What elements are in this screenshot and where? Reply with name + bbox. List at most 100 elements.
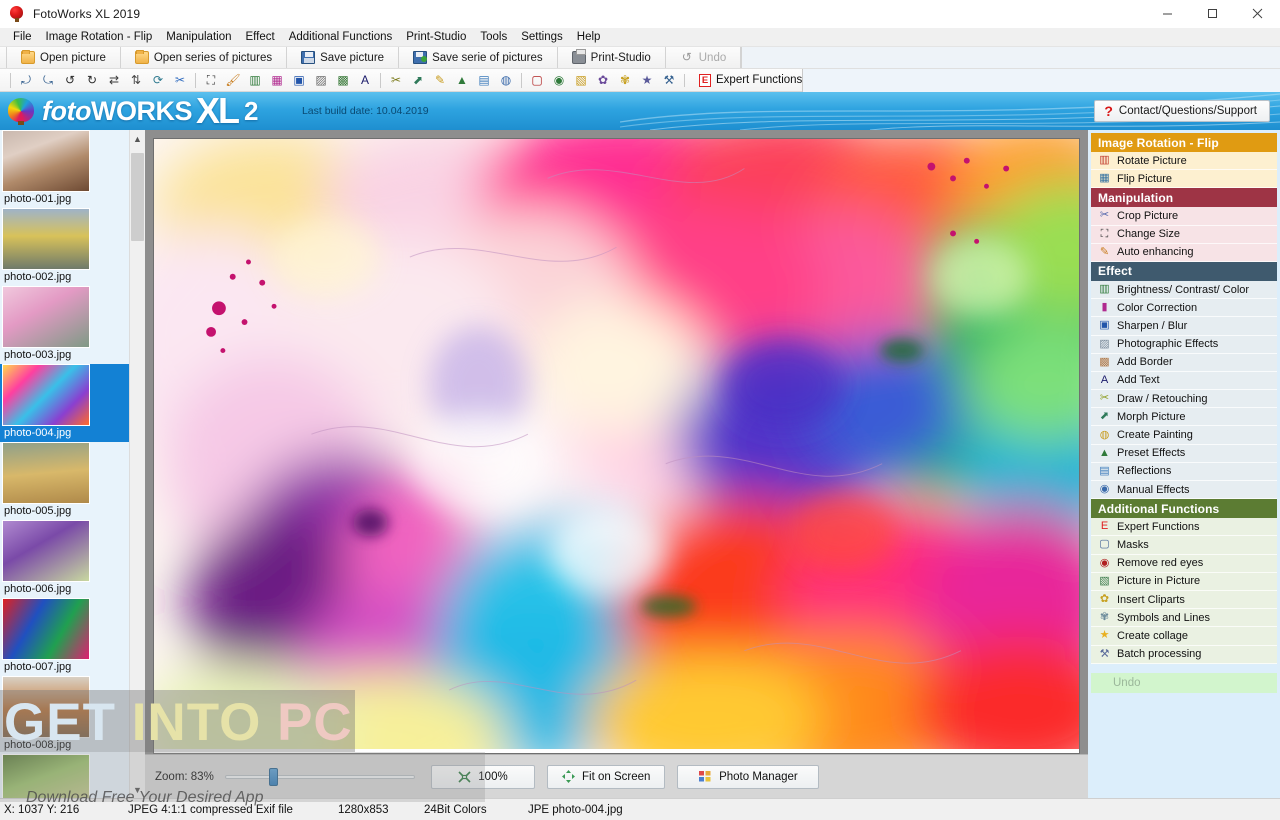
thumbnail-item[interactable]: photo-001.jpg — [0, 130, 129, 208]
thumbnail-list[interactable]: photo-001.jpg photo-002.jpg photo-003.jpg p… — [0, 130, 129, 798]
thumbnail-image[interactable] — [2, 364, 90, 426]
undo-button[interactable]: ↺ Undo — [666, 47, 742, 68]
create-collage-icon[interactable]: ★ — [637, 71, 657, 89]
scrollbar-thumb[interactable] — [130, 153, 144, 241]
sidebar-item-expert-functions[interactable]: E Expert Functions — [1091, 518, 1277, 537]
thumbnail-image[interactable] — [2, 754, 90, 798]
sidebar-item-crop-picture[interactable]: ✂ Crop Picture — [1091, 207, 1277, 226]
sidebar-item-reflections[interactable]: ▤ Reflections — [1091, 463, 1277, 481]
expert-functions-button[interactable]: E Expert Functions — [684, 73, 802, 87]
menu-print-studio[interactable]: Print-Studio — [399, 30, 473, 44]
sidebar-section-header[interactable]: Image Rotation - Flip — [1091, 133, 1277, 152]
sharpen-blur-icon[interactable]: ▣ — [289, 71, 309, 89]
sidebar-section-header[interactable]: Additional Functions — [1091, 499, 1277, 519]
reflections-icon[interactable]: ▤ — [474, 71, 494, 89]
change-size-icon[interactable]: ⛶ — [201, 71, 221, 89]
scroll-down-icon[interactable]: ▼ — [129, 781, 145, 798]
print-studio-button[interactable]: Print-Studio — [558, 47, 666, 68]
thumbnail-image[interactable] — [2, 130, 90, 192]
zoom-100-button[interactable]: 100% — [431, 764, 535, 789]
flip-horizontal-icon[interactable]: ⇄ — [104, 71, 124, 89]
menu-settings[interactable]: Settings — [514, 30, 570, 44]
sidebar-item-symbols-and-lines[interactable]: ✾ Symbols and Lines — [1091, 609, 1277, 628]
menu-image-rotation-flip[interactable]: Image Rotation - Flip — [39, 30, 160, 44]
sidebar-item-preset-effects[interactable]: ▲ Preset Effects — [1091, 445, 1277, 463]
sidebar-item-flip-picture[interactable]: ▦ Flip Picture — [1091, 170, 1277, 189]
thumbnail-item[interactable]: photo-006.jpg — [0, 520, 129, 598]
thumbnail-item[interactable]: photo-003.jpg — [0, 286, 129, 364]
fit-on-screen-button[interactable]: Fit on Screen — [547, 764, 666, 789]
photographic-effects-icon[interactable]: ▨ — [311, 71, 331, 89]
sidebar-item-brightness-contrast-color[interactable]: ▥ Brightness/ Contrast/ Color — [1091, 281, 1277, 300]
thumbnail-image[interactable] — [2, 286, 90, 348]
sidebar-item-insert-cliparts[interactable]: ✿ Insert Cliparts — [1091, 591, 1277, 610]
sidebar-item-create-painting[interactable]: ◍ Create Painting — [1091, 426, 1277, 445]
crop-icon[interactable]: ✂ — [170, 71, 190, 89]
zoom-slider-track[interactable] — [225, 774, 415, 779]
thumbnail-image[interactable] — [2, 520, 90, 582]
menu-tools[interactable]: Tools — [473, 30, 514, 44]
thumbnail-item[interactable]: photo-008.jpg — [0, 676, 129, 754]
thumbnail-item[interactable]: photo-007.jpg — [0, 598, 129, 676]
menu-effect[interactable]: Effect — [239, 30, 282, 44]
sidebar-section-header[interactable]: Effect — [1091, 261, 1277, 281]
batch-processing-icon[interactable]: ⚒ — [659, 71, 679, 89]
minimize-button[interactable] — [1145, 0, 1190, 28]
sidebar-item-create-collage[interactable]: ★ Create collage — [1091, 627, 1277, 646]
sidebar-item-manual-effects[interactable]: ◉ Manual Effects — [1091, 481, 1277, 500]
manual-effects-icon[interactable]: ◍ — [496, 71, 516, 89]
open-series-button[interactable]: Open series of pictures — [121, 47, 288, 68]
remove-red-eyes-icon[interactable]: ◉ — [549, 71, 569, 89]
thumbnail-image[interactable] — [2, 598, 90, 660]
add-border-icon[interactable]: ▩ — [333, 71, 353, 89]
sidebar-item-color-correction[interactable]: ▮ Color Correction — [1091, 299, 1277, 318]
sidebar-item-photographic-effects[interactable]: ▨ Photographic Effects — [1091, 336, 1277, 354]
create-painting-icon[interactable]: ✎ — [430, 71, 450, 89]
menu-manipulation[interactable]: Manipulation — [159, 30, 238, 44]
sidebar-item-draw-retouching[interactable]: ✂ Draw / Retouching — [1091, 390, 1277, 409]
rotate-cw-icon[interactable]: ↻ — [82, 71, 102, 89]
sidebar-item-change-size[interactable]: ⛶ Change Size — [1091, 226, 1277, 244]
sidebar-item-remove-red-eyes[interactable]: ◉ Remove red eyes — [1091, 555, 1277, 573]
thumbnail-image[interactable] — [2, 442, 90, 504]
sidebar-item-auto-enhancing[interactable]: ✎ Auto enhancing — [1091, 244, 1277, 262]
sidebar-item-masks[interactable]: ▢ Masks — [1091, 536, 1277, 555]
sidebar-item-morph-picture[interactable]: ⬈ Morph Picture — [1091, 408, 1277, 427]
contact-support-button[interactable]: ? Contact/Questions/Support — [1094, 100, 1270, 122]
masks-icon[interactable]: ▢ — [527, 71, 547, 89]
draw-retouch-icon[interactable]: ✂ — [386, 71, 406, 89]
main-image[interactable] — [153, 138, 1080, 754]
color-correction-icon[interactable]: ▦ — [267, 71, 287, 89]
save-serie-button[interactable]: Save serie of pictures — [399, 47, 558, 68]
add-text-icon[interactable]: A — [355, 71, 375, 89]
close-button[interactable] — [1235, 0, 1280, 28]
sidebar-section-header[interactable]: Manipulation — [1091, 188, 1277, 208]
rotate-right-icon[interactable]: ⤿ — [38, 71, 58, 89]
menu-file[interactable]: File — [6, 30, 39, 44]
sidebar-item-picture-in-picture[interactable]: ▧ Picture in Picture — [1091, 573, 1277, 591]
preset-effects-icon[interactable]: ▲ — [452, 71, 472, 89]
symbols-lines-icon[interactable]: ✾ — [615, 71, 635, 89]
rotate-ccw-icon[interactable]: ↺ — [60, 71, 80, 89]
thumbnail-image[interactable] — [2, 208, 90, 270]
sidebar-item-rotate-picture[interactable]: ▥ Rotate Picture — [1091, 152, 1277, 171]
save-picture-button[interactable]: Save picture — [287, 47, 400, 68]
thumbnail-item[interactable]: photo-004.jpg — [0, 364, 129, 442]
sidebar-undo-button[interactable]: Undo — [1091, 672, 1277, 693]
sidebar-item-batch-processing[interactable]: ⚒ Batch processing — [1091, 646, 1277, 664]
thumbnail-scrollbar[interactable]: ▲ ▼ — [129, 130, 145, 798]
menu-help[interactable]: Help — [570, 30, 608, 44]
zoom-slider-knob[interactable] — [269, 767, 278, 786]
picture-in-picture-icon[interactable]: ▧ — [571, 71, 591, 89]
thumbnail-image[interactable] — [2, 676, 90, 738]
scrollbar-track[interactable] — [129, 147, 145, 781]
sidebar-item-add-border[interactable]: ▩ Add Border — [1091, 354, 1277, 372]
auto-enhance-icon[interactable]: 🖌 — [223, 71, 243, 89]
menu-additional-functions[interactable]: Additional Functions — [282, 30, 400, 44]
rotate-free-icon[interactable]: ⟳ — [148, 71, 168, 89]
sidebar-item-add-text[interactable]: A Add Text — [1091, 372, 1277, 391]
thumbnail-item[interactable]: photo-002.jpg — [0, 208, 129, 286]
zoom-slider[interactable] — [225, 767, 415, 786]
rotate-left-icon[interactable]: ⤾ — [16, 71, 36, 89]
sidebar-item-sharpen-blur[interactable]: ▣ Sharpen / Blur — [1091, 317, 1277, 336]
